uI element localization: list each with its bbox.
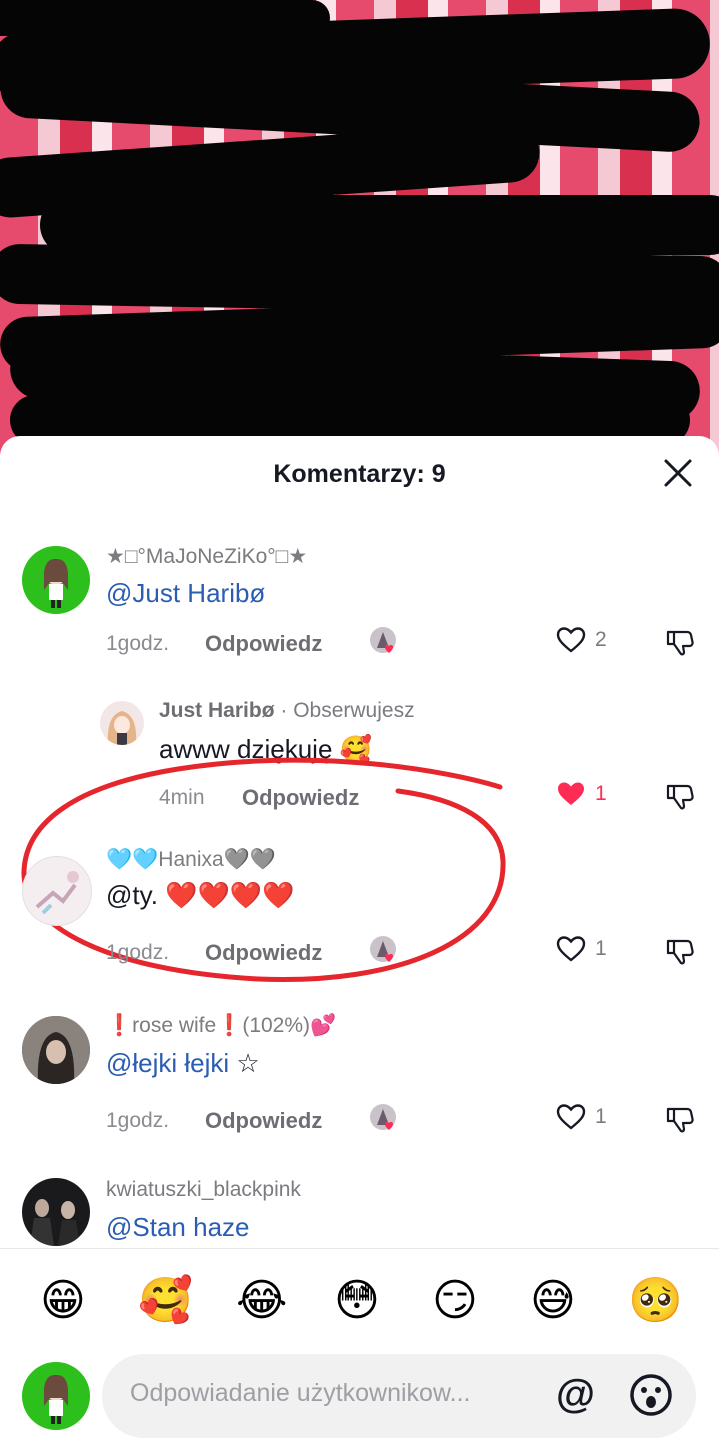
like-count: 1 [595, 1105, 607, 1128]
smiley-icon[interactable] [628, 1372, 674, 1418]
reply-input-row: @ [0, 1348, 719, 1453]
comment-time: 1godz. [106, 1109, 170, 1132]
comment-item: ❗rose wife❗(102%)💕 @łejki łejki ☆ 1godz.… [0, 1014, 719, 1176]
creator-liked-icon [370, 627, 396, 653]
reply-author[interactable]: Just Haribø [159, 699, 275, 722]
comments-list[interactable]: ★□°MaJoNeZiKo°□★ @Just Haribø 1godz. Odp… [0, 526, 719, 1246]
heart-icon [556, 1104, 586, 1130]
emoji-flushed[interactable]: 😳 [334, 1275, 380, 1327]
like-count: 1 [595, 937, 607, 960]
creator-liked-icon [370, 936, 396, 962]
thumbs-down-icon[interactable] [664, 1103, 696, 1135]
creator-liked-icon [370, 1104, 396, 1130]
comment-username[interactable]: ★□°MaJoNeZiKo°□★ [106, 544, 307, 569]
reply-button[interactable]: Odpowiedz [205, 1108, 322, 1134]
comment-text[interactable]: @Stan haze [106, 1212, 249, 1243]
comment-text[interactable]: @łejki łejki ☆ [106, 1048, 260, 1079]
comment-username[interactable]: 🩵🩵Hanixa🩶🩶 [106, 848, 276, 872]
avatar[interactable] [22, 1178, 90, 1246]
comment-text[interactable]: @Just Haribø [106, 578, 265, 609]
emoji-tears-of-joy[interactable]: 😂 [236, 1275, 287, 1327]
like-button[interactable]: 2 [555, 624, 615, 660]
comment-username[interactable]: kwiatuszki_blackpink [106, 1178, 301, 1202]
like-count: 2 [595, 628, 607, 651]
heart-filled-icon [558, 782, 584, 805]
avatar[interactable] [22, 546, 90, 614]
comment-item: ★□°MaJoNeZiKo°□★ @Just Haribø 1godz. Odp… [0, 526, 719, 696]
avatar[interactable] [22, 856, 92, 926]
emoji-smirk[interactable]: 😏 [432, 1275, 478, 1327]
reply-button[interactable]: Odpowiedz [205, 940, 322, 966]
comment-mention[interactable]: @łejki łejki [106, 1048, 229, 1078]
comment-text-suffix: ☆ [229, 1048, 260, 1078]
comment-text[interactable]: @ty. ❤️❤️❤️❤️ [106, 880, 295, 911]
comment-item: 🩵🩵Hanixa🩶🩶 @ty. ❤️❤️❤️❤️ 1godz. Odpowied… [0, 848, 719, 1016]
comment-time: 1godz. [106, 941, 170, 964]
like-button[interactable]: 1 [555, 1101, 615, 1137]
thumbs-down-icon[interactable] [664, 935, 696, 967]
heart-icon [556, 627, 586, 653]
reply-item: Just Haribø · Obserwujesz awww dziękuję … [0, 696, 719, 846]
like-button[interactable]: 1 [555, 933, 615, 969]
quick-emoji-bar: 😁 🥰 😂 😳 😏 😅 🥺 [0, 1248, 719, 1349]
comment-item: kwiatuszki_blackpink @Stan haze [0, 1178, 719, 1246]
avatar[interactable] [100, 701, 144, 745]
video-background [0, 0, 719, 470]
emoji-smiling-hearts[interactable]: 🥰 [138, 1275, 193, 1327]
comments-sheet: Komentarzy: 9 ★□°MaJoNeZiKo°□★ @Just Har… [0, 436, 719, 1453]
heart-icon [556, 936, 586, 962]
comment-time: 1godz. [106, 632, 170, 655]
reply-input-box: @ [102, 1354, 696, 1438]
emoji-sweat-smile[interactable]: 😅 [530, 1275, 576, 1327]
comments-count-title: Komentarzy: 9 [273, 460, 446, 488]
following-badge: · Obserwujesz [280, 699, 415, 722]
thumbs-down-icon[interactable] [664, 626, 696, 658]
thumbs-down-icon[interactable] [664, 780, 696, 812]
like-button[interactable]: 1 [555, 778, 615, 814]
reply-username: Just Haribø · Obserwujesz [159, 699, 415, 723]
close-icon[interactable] [661, 456, 695, 490]
comment-username[interactable]: ❗rose wife❗(102%)💕 [106, 1014, 336, 1038]
reply-button[interactable]: Odpowiedz [205, 631, 322, 657]
mention-button[interactable]: @ [556, 1372, 595, 1416]
avatar[interactable] [22, 1016, 90, 1084]
reply-time: 4min [159, 786, 205, 809]
emoji-pleading[interactable]: 🥺 [628, 1275, 683, 1327]
reply-button[interactable]: Odpowiedz [242, 785, 359, 811]
reply-input[interactable] [128, 1378, 532, 1409]
emoji-grin[interactable]: 😁 [40, 1275, 86, 1327]
reply-text[interactable]: awww dziękuję 🥰 [159, 734, 372, 765]
current-user-avatar[interactable] [22, 1362, 90, 1430]
like-count: 1 [595, 782, 607, 805]
